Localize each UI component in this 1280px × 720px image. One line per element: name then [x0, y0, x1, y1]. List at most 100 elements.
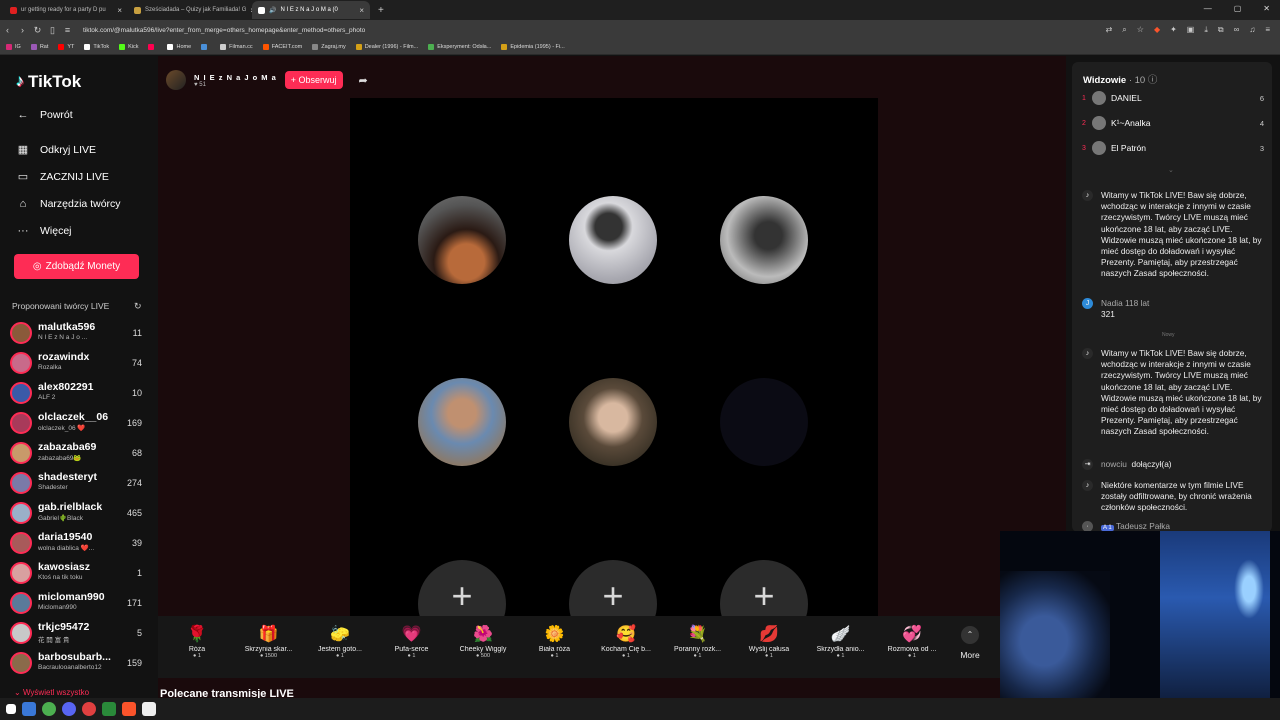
guest-video[interactable] [720, 196, 808, 284]
zoom-icon[interactable]: ⌕ [1122, 25, 1126, 35]
bookmark-item[interactable]: YT [58, 44, 74, 50]
gift-item[interactable]: 🌼 Biała róża ● 1 [520, 624, 590, 659]
chevron-down-icon[interactable]: ⌄ [1168, 166, 1174, 174]
close-icon[interactable]: × [359, 6, 364, 15]
chat-username[interactable]: nowciu [1101, 459, 1127, 469]
suggested-creator-item[interactable]: gab.rielblack Gabriel🌵Black 465 [10, 499, 150, 527]
site-info-icon[interactable]: ≡ [60, 25, 75, 35]
suggested-creator-item[interactable]: malutka596 N I E z N a J o ... 11 [10, 319, 150, 347]
bookmark-item[interactable]: IG [6, 44, 21, 50]
suggested-creator-item[interactable]: kawosiasz Ktoś na tik toku 1 [10, 559, 150, 587]
nav-discover-live[interactable]: ▦ Odkryj LIVE [16, 143, 96, 157]
url-field[interactable]: tiktok.com/@malutka596/live?enter_from_m… [83, 27, 365, 34]
brave-icon[interactable] [122, 702, 136, 716]
menu-icon[interactable]: ≡ [1265, 25, 1270, 35]
app-icon[interactable] [102, 702, 116, 716]
star-icon[interactable]: ☆ [1137, 25, 1144, 35]
suggested-creator-item[interactable]: olclaczek__06 olclaczek_06 ❤️ 169 [10, 409, 150, 437]
more-gifts-button[interactable]: ⌃ More [954, 626, 986, 660]
back-button[interactable]: ← Powrót [16, 109, 73, 121]
bookmark-item[interactable]: Dealer (1996) - Film... [355, 44, 418, 50]
top-viewer-item[interactable]: 3 El Patrón 3 [1082, 140, 1264, 156]
bookmark-item[interactable]: Rat [30, 44, 48, 50]
chat-username[interactable]: Tadeusz Pałka [1116, 521, 1170, 531]
maximize-icon[interactable]: ▢ [1234, 4, 1242, 13]
follow-button[interactable]: + Obserwuj [284, 71, 343, 89]
app-icon[interactable] [22, 702, 36, 716]
bookmark-item[interactable]: Home [167, 44, 191, 50]
bookmark-item[interactable] [148, 44, 157, 50]
share-icon[interactable]: ➦ [359, 74, 368, 87]
guest-video[interactable] [569, 196, 657, 284]
gift-item[interactable]: 🧽 Jestem goto... ● 1 [305, 624, 375, 659]
get-coins-button[interactable]: ◎ Zdobądź Monety [14, 254, 139, 279]
close-icon[interactable]: × [117, 6, 122, 15]
suggested-creator-item[interactable]: alex802291 ALF 2 10 [10, 379, 150, 407]
gift-item[interactable]: 💐 Poranny rozk... ● 1 [663, 624, 733, 659]
new-tab-button[interactable]: + [378, 5, 384, 16]
speaker-icon[interactable]: 🔊 [269, 7, 276, 14]
brave-shield-icon[interactable]: ◆ [1154, 25, 1160, 35]
browser-tab-active[interactable]: 🔊 N I E z N a J o M a (0 × [252, 1, 370, 19]
browser-tab[interactable]: Sześciadada – Quizy jak Familiada! G × [128, 1, 252, 19]
extension-icon[interactable]: ✦ [1170, 25, 1177, 35]
gift-item[interactable]: 🌺 Cheeky Wiggly ● 500 [448, 624, 518, 659]
bookmark-item[interactable]: FACEIT.com [262, 44, 302, 50]
suggested-creator-item[interactable]: shadesteryt Shadester 274 [10, 469, 150, 497]
nav-creator-tools[interactable]: ⌂ Narzędzia twórcy [16, 198, 121, 210]
suggested-creator-item[interactable]: micloman990 Micloman990 171 [10, 589, 150, 617]
discord-icon[interactable] [62, 702, 76, 716]
chrome-icon[interactable] [42, 702, 56, 716]
info-icon[interactable]: ⓘ [1148, 75, 1158, 86]
tiktok-logo[interactable]: ♪ TikTok [16, 72, 81, 92]
back-arrow-icon[interactable]: ‹ [0, 25, 15, 35]
guest-video[interactable] [569, 378, 657, 466]
suggested-creator-item[interactable]: rozawindx Rozalka 74 [10, 349, 150, 377]
browser-tab[interactable]: ur getting ready for a party D pu × [4, 1, 128, 19]
close-window-icon[interactable]: ✕ [1263, 4, 1270, 13]
host-avatar[interactable] [166, 70, 186, 90]
nav-more[interactable]: ··· Więcej [16, 225, 72, 237]
forward-arrow-icon[interactable]: › [15, 25, 30, 35]
bookmark-item[interactable]: Epidemia (1995) - Fi... [501, 44, 565, 50]
translate-icon[interactable]: ⇄ [1106, 25, 1113, 35]
bookmark-item[interactable]: Filman.cc [220, 44, 253, 50]
gift-item[interactable]: 💋 Wyślij całusa ● 1 [734, 624, 804, 659]
refresh-icon[interactable]: ↻ [134, 301, 142, 312]
gift-item[interactable]: 💞 Rozmowa od ... ● 1 [877, 624, 947, 659]
screenshot-icon[interactable]: ⧉ [1218, 25, 1224, 35]
music-icon[interactable]: ♫ [1249, 25, 1255, 35]
bookmark-icon[interactable]: ▯ [45, 25, 60, 36]
bookmark-item[interactable]: TikTok [84, 44, 109, 50]
guest-video[interactable] [418, 378, 506, 466]
reload-icon[interactable]: ↻ [30, 25, 45, 36]
gift-item[interactable]: 💗 Pufa-serce ● 1 [377, 624, 447, 659]
suggested-creator-item[interactable]: zabazaba69 zabazaba69🐸 68 [10, 439, 150, 467]
suggested-creator-item[interactable]: daria19540 wolna diablica ❤️... 39 [10, 529, 150, 557]
chat-username[interactable]: Nadia 118 lat [1101, 298, 1262, 309]
suggested-creator-item[interactable]: barbosubarb... Bacraulooanalberto12 159 [10, 649, 150, 677]
puzzle-icon[interactable]: ▣ [1187, 25, 1195, 35]
minimize-icon[interactable]: — [1204, 4, 1212, 13]
link-icon[interactable]: ∞ [1234, 25, 1240, 35]
guest-video[interactable] [418, 196, 506, 284]
app-icon[interactable] [142, 702, 156, 716]
download-icon[interactable]: ⤓ [1204, 25, 1208, 35]
windows-start-icon[interactable] [6, 704, 16, 714]
user-avatar[interactable]: J [1082, 298, 1093, 309]
show-all-link[interactable]: ⌄ Wyświetl wszystko [14, 688, 89, 697]
gift-item[interactable]: 🥰 Kocham Cię b... ● 1 [591, 624, 661, 659]
suggested-creator-item[interactable]: trkjc95472 花 開 富 貴 5 [10, 619, 150, 647]
gift-item[interactable]: 🌹 Róża ● 1 [162, 624, 232, 659]
top-viewer-item[interactable]: 2 K¹~Analka 4 [1082, 115, 1264, 131]
gift-item[interactable]: 🪽 Skrzydła anio... ● 1 [806, 624, 876, 659]
top-viewer-item[interactable]: 1 DANIEL 6 [1082, 90, 1264, 106]
nav-start-live[interactable]: ▭ ZACZNIJ LIVE [16, 170, 109, 184]
app-icon[interactable] [82, 702, 96, 716]
host-name[interactable]: N I E z N a J o M a [194, 73, 277, 82]
bookmark-item[interactable]: Eksperyment: Odsła... [428, 44, 491, 50]
bookmark-item[interactable] [201, 44, 210, 50]
bookmark-item[interactable]: Kick [119, 44, 138, 50]
gift-item[interactable]: 🎁 Skrzynia skar... ● 1500 [234, 624, 304, 659]
bookmark-item[interactable]: Zagraj.my [312, 44, 346, 50]
